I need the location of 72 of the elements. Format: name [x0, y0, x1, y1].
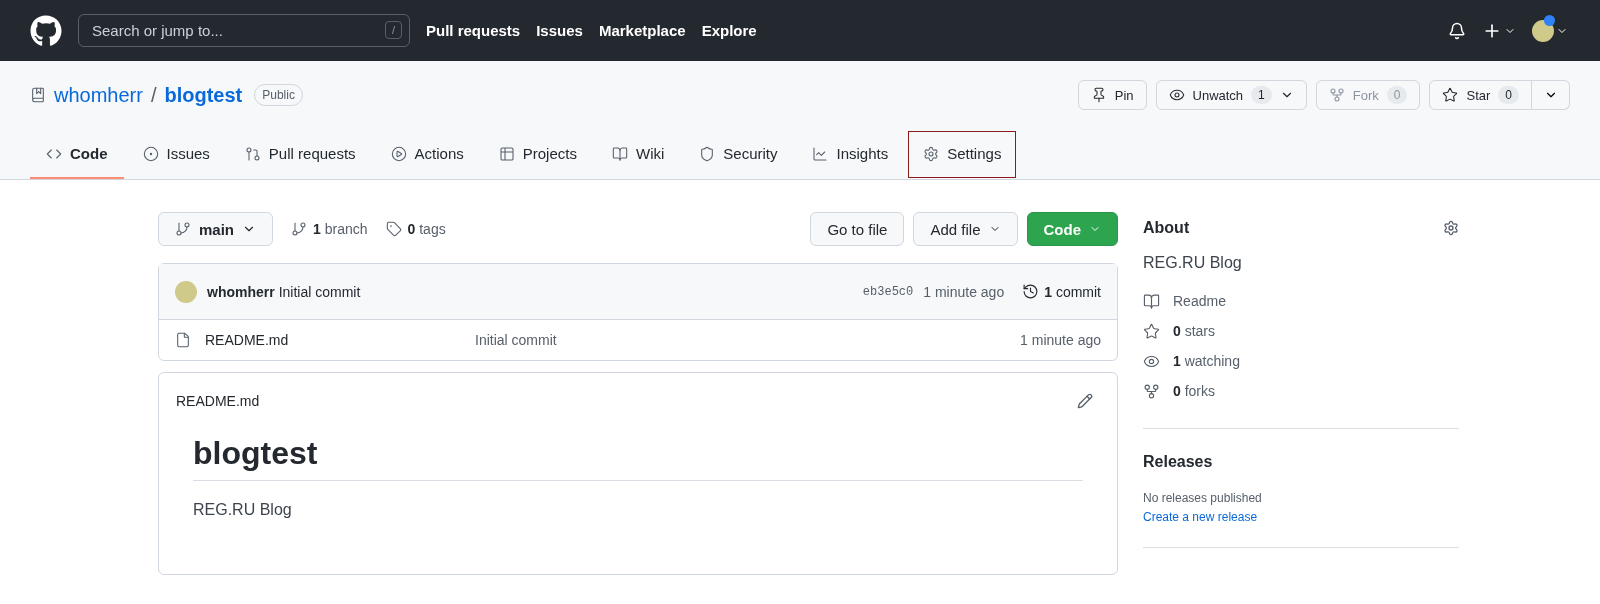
tag-icon — [385, 221, 402, 237]
pin-button[interactable]: Pin — [1077, 80, 1147, 110]
line-chart-icon — [812, 145, 829, 162]
commit-time: 1 minute ago — [923, 283, 1005, 300]
go-to-file-button[interactable]: Go to file — [810, 212, 905, 246]
no-releases-text: No releases published — [1143, 491, 1263, 505]
repo-tab[interactable]: Settings — [907, 130, 1018, 179]
star-dropdown-button[interactable] — [1532, 80, 1570, 110]
book-icon — [611, 145, 628, 162]
bell-icon[interactable] — [1448, 21, 1466, 40]
about-link[interactable]: 0 forks — [1143, 376, 1459, 406]
commit-hash-link[interactable]: eb3e5c0 — [862, 284, 914, 299]
avatar[interactable] — [1532, 19, 1554, 42]
star-icon — [1442, 87, 1459, 103]
repo-tab[interactable]: Actions — [374, 130, 480, 179]
releases-heading: Releases — [1143, 453, 1214, 471]
repo-tab[interactable]: Insights — [796, 130, 905, 179]
author-avatar — [175, 280, 197, 303]
branches-link[interactable]: 1 branch — [291, 221, 368, 237]
history-icon — [1022, 283, 1040, 300]
book-icon — [1143, 292, 1160, 310]
edit-icon[interactable] — [1077, 393, 1093, 409]
branch-icon — [291, 221, 307, 237]
commit-author-link[interactable]: whomherr — [207, 283, 275, 300]
commits-link[interactable]: 1 commit — [1022, 283, 1101, 300]
tags-link[interactable]: 0 tags — [385, 221, 446, 237]
circle-dot-icon — [142, 145, 159, 162]
file-name-link[interactable]: README.md — [205, 332, 475, 348]
repo-tab[interactable]: Issues — [126, 130, 226, 179]
settings-icon — [923, 145, 940, 162]
create-release-link[interactable]: Create a new release — [1143, 510, 1258, 524]
fork-icon — [1143, 382, 1160, 400]
star-button[interactable]: Star 0 — [1429, 80, 1532, 110]
watch-button[interactable]: Unwatch 1 — [1155, 80, 1307, 110]
star-icon — [1143, 322, 1160, 340]
repo-tab[interactable]: Projects — [482, 130, 593, 179]
branch-icon — [175, 221, 191, 237]
settings-icon[interactable] — [1443, 220, 1459, 236]
readme-text: REG.RU Blog — [193, 501, 293, 519]
fork-icon — [1328, 87, 1345, 103]
add-file-button[interactable]: Add file — [913, 212, 1018, 246]
about-link[interactable]: 0 stars — [1143, 316, 1459, 346]
slash-key-hint: / — [384, 21, 402, 39]
about-heading: About — [1143, 219, 1190, 237]
repo-tab[interactable]: Wiki — [595, 130, 681, 179]
shield-icon — [699, 145, 716, 162]
repo-icon — [30, 87, 46, 103]
file-icon — [175, 332, 191, 348]
commit-message-link[interactable]: Initial commit — [278, 283, 361, 300]
repo-tab[interactable]: Security — [683, 130, 794, 179]
repo-description: REG.RU Blog — [1143, 254, 1243, 272]
repo-owner-link[interactable]: whomherr — [54, 83, 143, 107]
play-icon — [390, 145, 407, 162]
nav-link[interactable]: Marketplace — [598, 22, 686, 39]
readme-title: README.md — [176, 393, 260, 409]
nav-link[interactable]: Pull requests — [426, 22, 521, 39]
repo-tab[interactable]: Code — [30, 130, 124, 179]
table-icon — [498, 145, 515, 162]
github-logo-icon[interactable] — [30, 14, 62, 47]
branch-select[interactable]: main — [158, 212, 273, 246]
pull-request-icon — [244, 145, 261, 162]
eye-icon — [1168, 87, 1185, 103]
about-link[interactable]: Readme — [1143, 286, 1459, 316]
path-separator: / — [150, 83, 157, 107]
nav-link[interactable]: Issues — [536, 22, 583, 39]
repo-name-link[interactable]: blogtest — [164, 83, 243, 107]
file-commit-message[interactable]: Initial commit — [475, 332, 1021, 348]
repo-tab[interactable]: Pull requests — [228, 130, 372, 179]
readme-heading: blogtest — [193, 435, 1083, 481]
about-link[interactable]: 1 watching — [1143, 346, 1459, 376]
nav-link[interactable]: Explore — [701, 22, 757, 39]
file-time: 1 minute ago — [1020, 332, 1101, 348]
